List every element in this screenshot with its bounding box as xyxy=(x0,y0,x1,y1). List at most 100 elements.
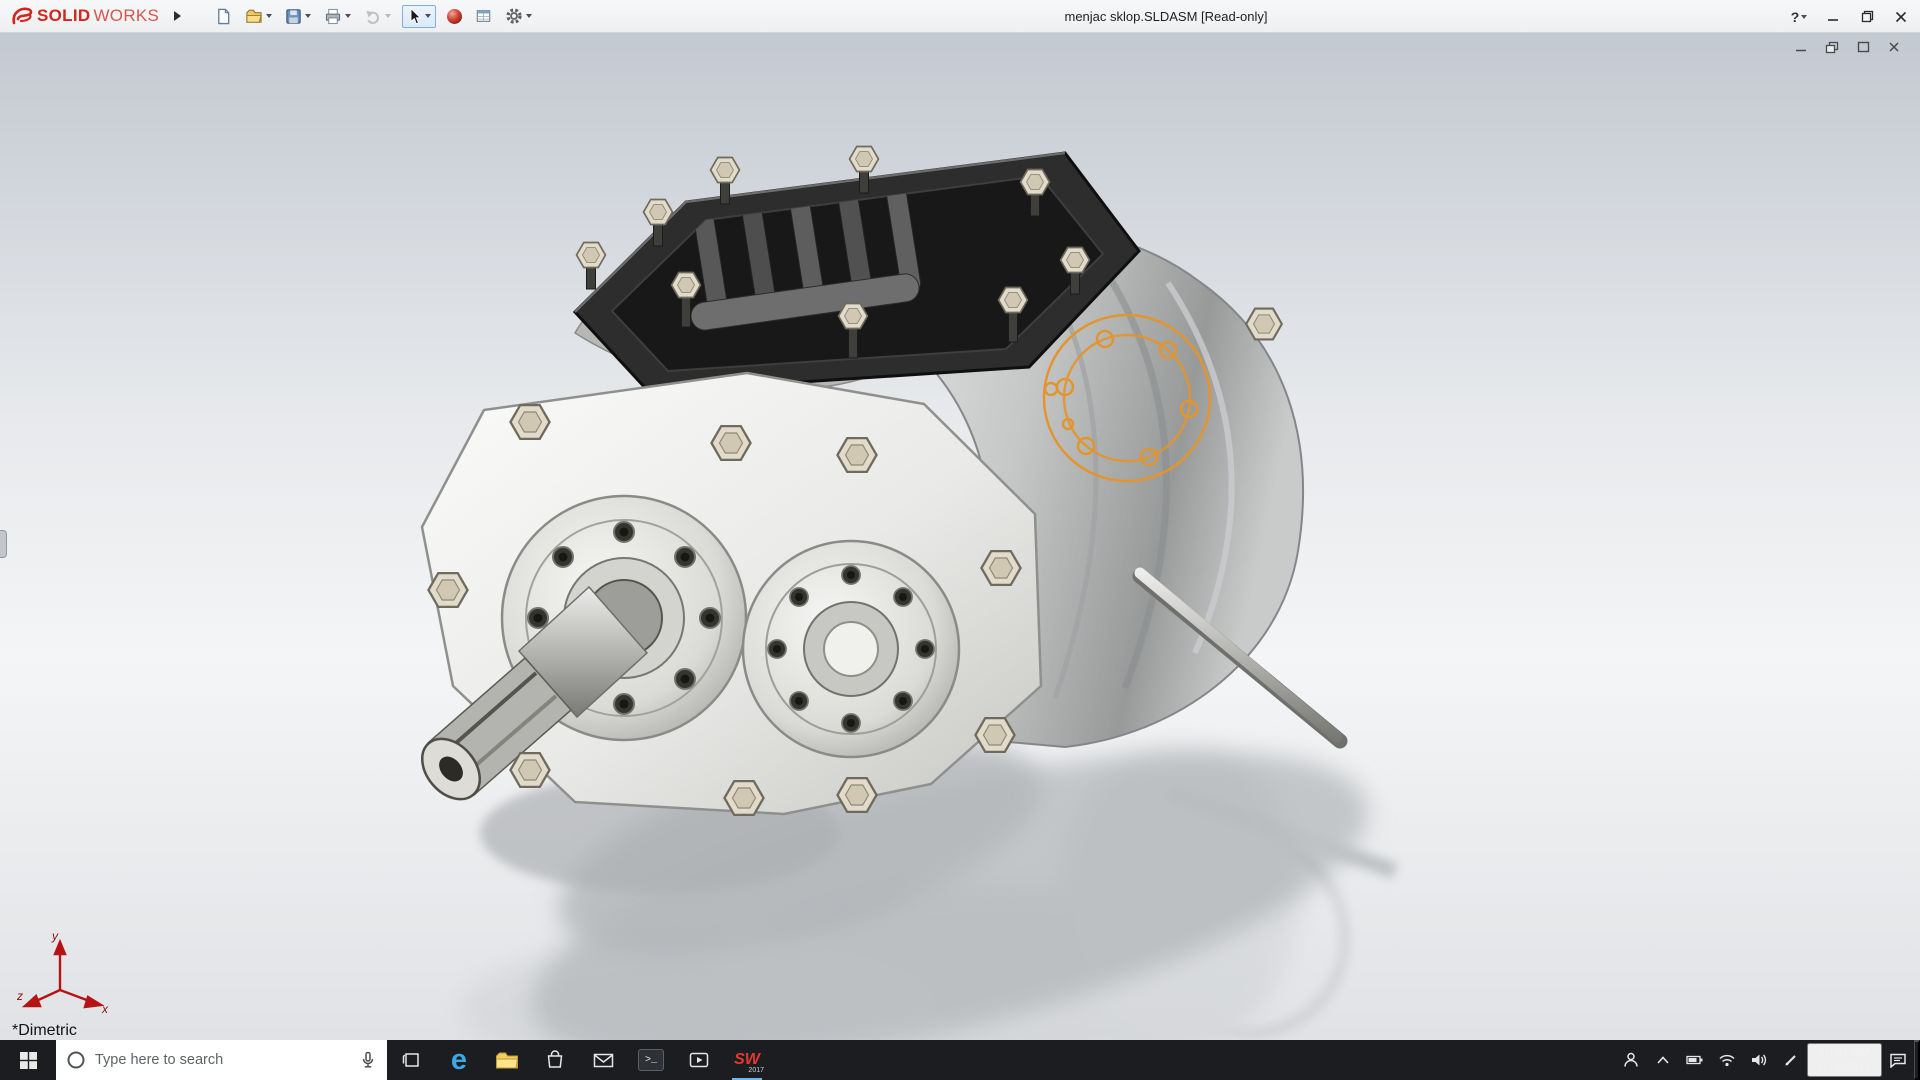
solidworks-app-icon: SW 2017 xyxy=(732,1047,762,1073)
print-icon xyxy=(324,8,342,25)
close-button[interactable] xyxy=(1884,0,1918,33)
volume-icon xyxy=(1750,1052,1768,1068)
open-dropdown-caret[interactable] xyxy=(266,14,272,18)
new-document-button[interactable] xyxy=(213,6,234,27)
mail-icon xyxy=(593,1052,614,1069)
restore-icon xyxy=(1861,10,1874,23)
doc-restore-button[interactable] xyxy=(1820,38,1844,56)
doc-restore-icon xyxy=(1825,41,1839,54)
titlebar: SOLIDWORKS xyxy=(0,0,1920,33)
graphics-area[interactable]: y x z *Dimetric xyxy=(0,33,1920,1040)
minimize-button[interactable] xyxy=(1816,0,1850,33)
open-button[interactable] xyxy=(243,6,274,27)
doc-close-button[interactable] xyxy=(1882,38,1906,56)
view-orientation-label: *Dimetric xyxy=(12,1022,77,1040)
save-icon xyxy=(285,8,302,25)
system-tray: 10:31 AM 7/13/2018 xyxy=(1615,1040,1920,1080)
help-button[interactable]: ? xyxy=(1782,0,1816,33)
flyout-arrow-icon xyxy=(173,10,182,22)
network-wifi-icon xyxy=(1718,1053,1736,1067)
undo-icon xyxy=(364,8,382,25)
store-icon xyxy=(545,1050,565,1070)
select-dropdown-caret[interactable] xyxy=(425,14,431,18)
cortana-icon xyxy=(66,1050,86,1070)
file-explorer-button[interactable] xyxy=(483,1040,531,1080)
store-button[interactable] xyxy=(531,1040,579,1080)
clock-time: 10:31 AM xyxy=(1819,1045,1870,1060)
undo-button[interactable] xyxy=(362,6,393,27)
help-dropdown-caret xyxy=(1801,15,1807,19)
options-dropdown-caret[interactable] xyxy=(526,14,532,18)
model-canvas[interactable] xyxy=(0,33,1920,1040)
windows-taskbar: Type here to search e xyxy=(0,1040,1920,1080)
doc-maximize-button[interactable] xyxy=(1851,38,1875,56)
edge-icon: e xyxy=(451,1046,467,1075)
media-app-button[interactable] xyxy=(675,1040,723,1080)
menu-expand-button[interactable] xyxy=(167,4,187,28)
start-button[interactable] xyxy=(0,1040,56,1080)
microphone-icon[interactable] xyxy=(359,1051,377,1069)
windows-logo-icon xyxy=(20,1052,37,1069)
document-window-controls xyxy=(1789,38,1906,56)
solidworks-taskbar-button[interactable]: SW 2017 xyxy=(723,1040,771,1080)
triad-z-label: z xyxy=(16,989,23,1003)
solidworks-logo: SOLIDWORKS xyxy=(0,6,167,26)
volume-button[interactable] xyxy=(1743,1040,1775,1080)
people-button[interactable] xyxy=(1615,1040,1647,1080)
taskbar-search-input[interactable]: Type here to search xyxy=(56,1040,387,1080)
search-placeholder: Type here to search xyxy=(95,1052,350,1068)
print-button[interactable] xyxy=(322,6,353,27)
battery-button[interactable] xyxy=(1679,1040,1711,1080)
console-button[interactable]: >_ xyxy=(627,1040,675,1080)
solidworks-window: SOLIDWORKS xyxy=(0,0,1920,1080)
pen-button[interactable] xyxy=(1775,1040,1807,1080)
network-button[interactable] xyxy=(1711,1040,1743,1080)
battery-icon xyxy=(1686,1054,1704,1066)
brand-works-text: WORKS xyxy=(93,6,159,26)
save-dropdown-caret[interactable] xyxy=(305,14,311,18)
gear-icon xyxy=(505,7,523,25)
console-icon: >_ xyxy=(638,1049,664,1071)
right-hub[interactable] xyxy=(743,541,959,757)
show-desktop-button[interactable] xyxy=(1914,1040,1920,1080)
media-app-icon xyxy=(689,1050,709,1070)
brand-solid-text: SOLID xyxy=(37,6,90,26)
new-document-icon xyxy=(215,8,232,25)
print-dropdown-caret[interactable] xyxy=(345,14,351,18)
pen-icon xyxy=(1783,1052,1799,1068)
action-center-button[interactable] xyxy=(1882,1040,1914,1080)
sheet-format-button[interactable] xyxy=(473,6,494,26)
chevron-up-icon xyxy=(1656,1055,1670,1065)
tray-overflow-button[interactable] xyxy=(1647,1040,1679,1080)
undo-dropdown-caret[interactable] xyxy=(385,14,391,18)
window-controls: ? xyxy=(1782,0,1918,33)
file-explorer-icon xyxy=(495,1050,519,1070)
task-view-button[interactable] xyxy=(387,1040,435,1080)
doc-maximize-icon xyxy=(1857,41,1870,53)
people-icon xyxy=(1622,1051,1640,1069)
save-button[interactable] xyxy=(283,6,313,27)
quick-access-toolbar xyxy=(213,0,534,32)
appearance-sphere-icon xyxy=(447,9,462,24)
select-tool-button[interactable] xyxy=(402,5,436,28)
reference-triad: y x z xyxy=(16,928,112,1014)
clock-date: 7/13/2018 xyxy=(1818,1060,1871,1075)
task-view-icon xyxy=(401,1051,421,1069)
document-title: menjac sklop.SLDASM [Read-only] xyxy=(1064,0,1267,33)
pane-splitter-handle[interactable] xyxy=(0,530,7,558)
action-center-icon xyxy=(1889,1052,1907,1068)
edge-button[interactable]: e xyxy=(435,1040,483,1080)
options-button[interactable] xyxy=(503,5,534,27)
taskbar-clock[interactable]: 10:31 AM 7/13/2018 xyxy=(1807,1043,1882,1077)
mail-button[interactable] xyxy=(579,1040,627,1080)
open-folder-icon xyxy=(245,8,263,25)
minimize-icon xyxy=(1827,11,1839,23)
ds-logo-icon xyxy=(10,6,34,26)
restore-button[interactable] xyxy=(1850,0,1884,33)
close-icon xyxy=(1895,11,1907,23)
doc-minimize-button[interactable] xyxy=(1789,38,1813,56)
doc-minimize-icon xyxy=(1794,41,1808,53)
select-cursor-icon xyxy=(407,8,422,25)
appearance-button[interactable] xyxy=(445,7,464,26)
triad-y-label: y xyxy=(51,929,59,943)
